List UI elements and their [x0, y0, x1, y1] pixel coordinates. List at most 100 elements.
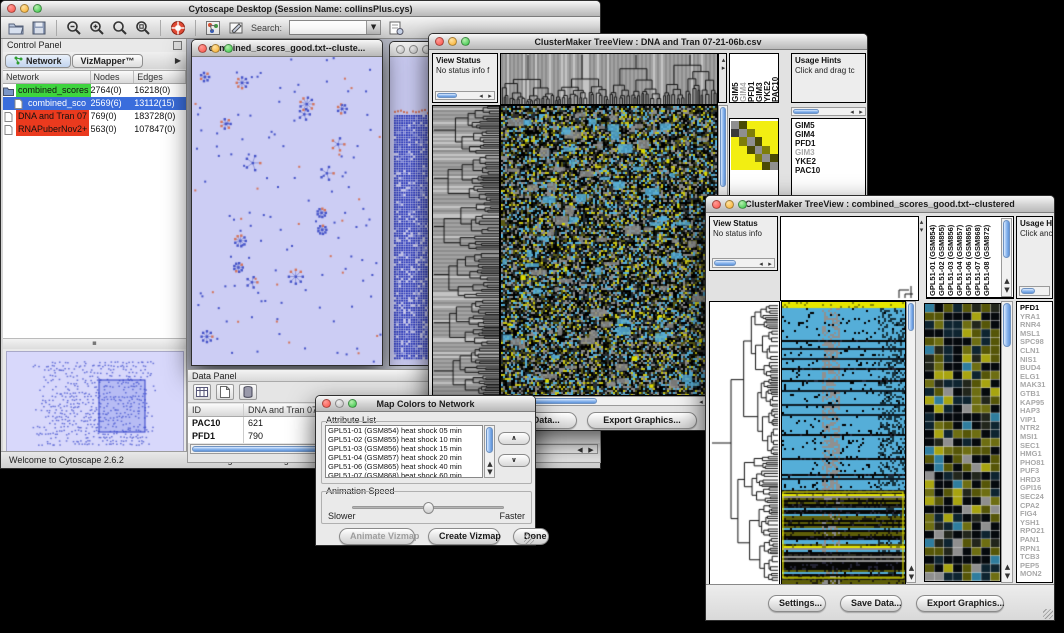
- col-edges[interactable]: Edges: [134, 71, 186, 83]
- tv2-global-vscrollbar[interactable]: ▲▼: [906, 301, 916, 583]
- view-status-hscrollbar[interactable]: ◂▸: [435, 91, 495, 100]
- tv2-row-dendrogram[interactable]: [709, 301, 780, 585]
- netwinA-titlebar[interactable]: combined_scores_good.txt--cluste...: [192, 40, 382, 57]
- minimize-button[interactable]: [211, 44, 220, 53]
- gene-label[interactable]: YKE2: [795, 157, 865, 166]
- window-controls[interactable]: [7, 4, 42, 13]
- resize-grip[interactable]: [524, 534, 534, 544]
- export-graphics-button[interactable]: Export Graphics...: [916, 595, 1004, 612]
- settings-button[interactable]: Settings...: [768, 595, 826, 612]
- attribute-list-vscrollbar[interactable]: ▲▼: [484, 425, 495, 478]
- tv2-titlebar[interactable]: ClusterMaker TreeView : combined_scores_…: [706, 196, 1054, 213]
- close-button[interactable]: [396, 45, 405, 54]
- export-graphics-button[interactable]: Export Graphics...: [587, 412, 697, 429]
- minimize-button[interactable]: [409, 45, 418, 54]
- zoom-button[interactable]: [348, 399, 357, 408]
- panel-splitter[interactable]: ▪: [3, 339, 186, 349]
- attribute-list-item[interactable]: GPL51-02 (GSM855) heat shock 10 min: [326, 435, 482, 444]
- tab-overflow-arrow[interactable]: ▶: [175, 54, 184, 68]
- attribute-list-item[interactable]: GPL51-03 (GSM856) heat shock 15 min: [326, 444, 482, 453]
- gene-label[interactable]: MON2: [1020, 570, 1052, 579]
- gene-label[interactable]: PFD1: [795, 139, 865, 148]
- zoom-selected-icon[interactable]: [135, 20, 151, 36]
- tv1-row-dendrogram[interactable]: [432, 105, 500, 396]
- close-button[interactable]: [435, 37, 444, 46]
- move-down-button[interactable]: ∨: [498, 454, 530, 467]
- minimize-button[interactable]: [20, 4, 29, 13]
- scroll-thumb[interactable]: [714, 260, 736, 266]
- tv1-global-heatmap[interactable]: [500, 105, 718, 396]
- scroll-thumb[interactable]: [908, 303, 914, 331]
- create-vizmap-button[interactable]: Create Vizmap: [428, 528, 500, 545]
- open-file-icon[interactable]: [8, 20, 24, 36]
- zoom-out-icon[interactable]: [66, 20, 82, 36]
- col-network[interactable]: Network: [3, 71, 91, 83]
- dialog-titlebar[interactable]: Map Colors to Network: [316, 396, 535, 412]
- col-nodes[interactable]: Nodes: [91, 71, 135, 83]
- gene-label[interactable]: GIM3: [795, 148, 865, 157]
- delete-attribute-icon[interactable]: [239, 384, 257, 400]
- tv2-column-dendrogram-area[interactable]: [780, 216, 919, 301]
- gene-label[interactable]: GIM4: [795, 130, 865, 139]
- scroll-thumb[interactable]: [720, 107, 726, 187]
- col-id[interactable]: ID: [188, 404, 244, 416]
- view-status-hscrollbar[interactable]: ◂▸: [712, 258, 775, 268]
- annotation-icon[interactable]: [228, 20, 244, 36]
- network-canvas-1[interactable]: [192, 57, 382, 365]
- network-name-cell[interactable]: DNA and Tran 07: [3, 110, 91, 123]
- network-table-row[interactable]: combined_scores2764(0)16218(0): [3, 84, 186, 97]
- zoom-button[interactable]: [461, 37, 470, 46]
- animate-vizmap-button[interactable]: Animate Vizmap: [339, 528, 415, 545]
- tv2-collabel-vscrollbar[interactable]: ▲▼: [1001, 218, 1012, 297]
- close-button[interactable]: [7, 4, 16, 13]
- scroll-thumb[interactable]: [1003, 303, 1011, 347]
- tv1-titlebar[interactable]: ClusterMaker TreeView : DNA and Tran 07-…: [429, 34, 867, 50]
- network-table-row[interactable]: DNA and Tran 07769(0)183728(0): [3, 110, 186, 123]
- tv2-zoom-vscrollbar[interactable]: ▲▼: [1001, 301, 1013, 583]
- network-overview-birdseye[interactable]: [6, 351, 184, 459]
- move-up-button[interactable]: ∧: [498, 432, 530, 445]
- network-name-cell[interactable]: combined_scores: [3, 84, 91, 97]
- help-lifering-icon[interactable]: [170, 20, 186, 36]
- network-table-row[interactable]: combined_sco2569(6)13112(15): [3, 97, 186, 110]
- network-table-row[interactable]: RNAPuberNov2+563(0)107847(0): [3, 123, 186, 136]
- scroll-thumb[interactable]: [793, 109, 819, 114]
- network-view-icon[interactable]: [205, 20, 221, 36]
- scroll-thumb[interactable]: [486, 427, 493, 453]
- zoom-fit-icon[interactable]: [112, 20, 128, 36]
- save-icon[interactable]: [31, 20, 47, 36]
- scroll-thumb[interactable]: [1021, 288, 1035, 294]
- main-titlebar[interactable]: Cytoscape Desktop (Session Name: collins…: [1, 1, 600, 17]
- attribute-table-icon[interactable]: [193, 384, 211, 400]
- slider-thumb[interactable]: [423, 502, 434, 514]
- tv1-usage-hscrollbar[interactable]: ◂▸: [791, 107, 866, 116]
- tv2-zoom-heatmap[interactable]: [924, 303, 1001, 582]
- attribute-browser-icon[interactable]: [388, 20, 404, 36]
- scroll-thumb[interactable]: [437, 93, 457, 98]
- correlation-matrix[interactable]: [731, 121, 778, 170]
- search-input[interactable]: ▼: [289, 20, 381, 35]
- close-button[interactable]: [322, 399, 331, 408]
- gene-label[interactable]: GIM5: [795, 121, 865, 130]
- zoom-in-icon[interactable]: [89, 20, 105, 36]
- zoom-button[interactable]: [738, 200, 747, 209]
- usage-hscrollbar[interactable]: [1019, 286, 1050, 296]
- close-button[interactable]: [712, 200, 721, 209]
- attribute-list-item[interactable]: GPL51-01 (GSM854) heat shock 05 min: [326, 426, 482, 435]
- minimize-button[interactable]: [335, 399, 344, 408]
- tv1-column-dendrogram[interactable]: [500, 53, 718, 105]
- tab-vizmapper[interactable]: VizMapper™: [72, 54, 144, 68]
- minimize-button[interactable]: [725, 200, 734, 209]
- tv2-global-heatmap[interactable]: [781, 301, 906, 585]
- attribute-list[interactable]: GPL51-01 (GSM854) heat shock 05 minGPL51…: [325, 425, 483, 478]
- save-data-button[interactable]: Save Data...: [840, 595, 902, 612]
- close-button[interactable]: [198, 44, 207, 53]
- attribute-list-item[interactable]: GPL51-06 (GSM865) heat shock 40 min: [326, 462, 482, 471]
- network-name-cell[interactable]: combined_sco: [3, 97, 91, 110]
- float-panel-icon[interactable]: [173, 41, 182, 50]
- animation-speed-slider[interactable]: [352, 506, 504, 509]
- resize-grip[interactable]: [1043, 609, 1053, 619]
- tab-network[interactable]: Network: [5, 54, 71, 68]
- new-attribute-icon[interactable]: [216, 384, 234, 400]
- search-dropdown-arrow[interactable]: ▼: [366, 21, 380, 34]
